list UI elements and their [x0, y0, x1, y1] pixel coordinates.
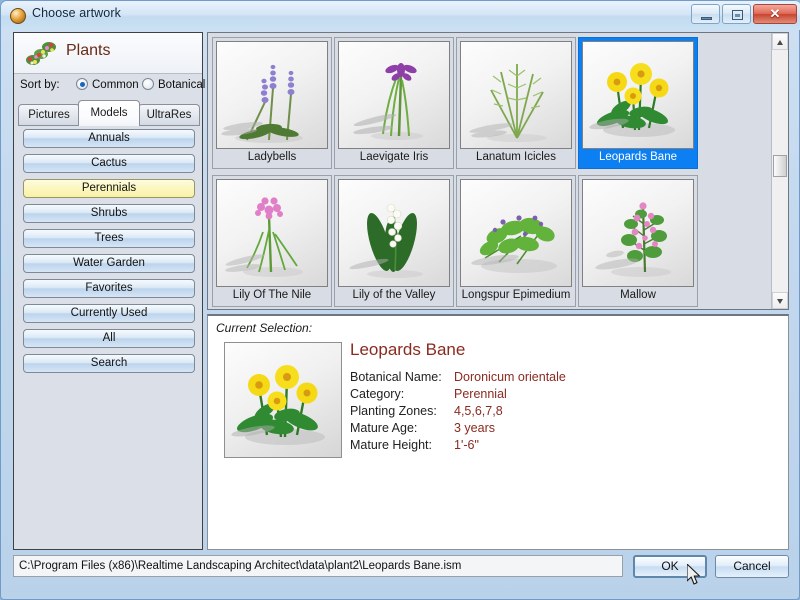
- artwork-thumbnail: [582, 41, 694, 149]
- cancel-button[interactable]: Cancel: [715, 555, 789, 578]
- close-icon: ✕: [769, 6, 781, 21]
- category-button-cactus[interactable]: Cactus: [23, 154, 195, 173]
- field-planting-zones: Planting Zones: 4,5,6,7,8: [350, 404, 566, 421]
- scrollbar-thumb[interactable]: [773, 155, 787, 177]
- selection-preview-image: [224, 342, 342, 458]
- artwork-tile-longspur-epimedium[interactable]: Longspur Epimedium: [456, 175, 576, 307]
- field-botanical-name: Botanical Name: Doronicum orientale: [350, 370, 566, 387]
- artwork-tile-label: Lily Of The Nile: [232, 289, 312, 301]
- artwork-tile-lanatum-icicles[interactable]: Lanatum Icicles: [456, 37, 576, 169]
- dialog-client-area: Plants Sort by: Common Botanical Picture…: [7, 30, 795, 595]
- tab-models[interactable]: Models: [78, 100, 140, 126]
- artwork-tile-label: Mallow: [620, 289, 656, 301]
- window-title: Choose artwork: [32, 6, 121, 20]
- artwork-tile-label: Lily of the Valley: [352, 289, 436, 301]
- radio-common[interactable]: [76, 78, 88, 90]
- category-list: Annuals Cactus Perennials Shrubs Trees W…: [23, 129, 195, 379]
- minimize-icon: [701, 17, 712, 20]
- sidebar: Plants Sort by: Common Botanical Picture…: [13, 32, 206, 550]
- field-label: Mature Age:: [350, 421, 418, 435]
- artwork-tile-lily-of-the-nile[interactable]: Lily Of The Nile: [212, 175, 332, 307]
- scroll-up-button[interactable]: [772, 33, 788, 50]
- field-value: 3 years: [454, 421, 495, 435]
- artwork-tile-label: Longspur Epimedium: [461, 289, 571, 301]
- artwork-tile-label: Ladybells: [247, 151, 297, 163]
- tab-pictures[interactable]: Pictures: [18, 104, 80, 126]
- field-value: 4,5,6,7,8: [454, 404, 503, 418]
- artwork-thumbnail: [460, 41, 572, 149]
- artwork-thumbnail: [582, 179, 694, 287]
- category-button-perennials[interactable]: Perennials: [23, 179, 195, 198]
- sidebar-header: Plants: [14, 33, 202, 74]
- maximize-icon: [732, 10, 743, 20]
- tab-ultrares[interactable]: UltraRes: [138, 104, 200, 126]
- field-label: Planting Zones:: [350, 404, 437, 418]
- field-label: Category:: [350, 387, 405, 401]
- field-mature-height: Mature Height: 1'-6": [350, 438, 566, 455]
- field-label: Botanical Name:: [350, 370, 442, 384]
- sort-by-label: Sort by:: [20, 79, 60, 91]
- close-button[interactable]: ✕: [753, 4, 797, 24]
- mouse-cursor: [687, 564, 701, 585]
- artwork-tile-lily-of-the-valley[interactable]: Lily of the Valley: [334, 175, 454, 307]
- radio-botanical-label: Botanical: [158, 79, 206, 91]
- sort-by-row: Sort by: Common Botanical: [14, 74, 206, 98]
- radio-common-label: Common: [92, 79, 139, 91]
- artwork-thumbnail: [216, 179, 328, 287]
- radio-botanical[interactable]: [142, 78, 154, 90]
- category-button-water-garden[interactable]: Water Garden: [23, 254, 195, 273]
- selection-name: Leopards Bane: [350, 340, 466, 359]
- sidebar-title: Plants: [66, 42, 111, 59]
- category-button-currently-used[interactable]: Currently Used: [23, 304, 195, 323]
- artwork-tile-label: Laevigate Iris: [359, 151, 429, 163]
- artwork-thumbnail: [338, 179, 450, 287]
- field-value: 1'-6": [454, 438, 479, 452]
- artwork-tile-mallow[interactable]: Mallow: [578, 175, 698, 307]
- artwork-tile-laevigate-iris[interactable]: Laevigate Iris: [334, 37, 454, 169]
- title-bar: Choose artwork ✕: [1, 1, 800, 30]
- current-selection-label: Current Selection:: [216, 321, 313, 335]
- category-button-all[interactable]: All: [23, 329, 195, 348]
- choose-artwork-dialog: Choose artwork ✕ Plants Sort by: Common …: [0, 0, 800, 600]
- artwork-browser[interactable]: Ladybells Laevigate Iris Lanatum Icicles…: [207, 32, 789, 310]
- artwork-tile-ladybells[interactable]: Ladybells: [212, 37, 332, 169]
- artwork-thumbnail: [216, 41, 328, 149]
- current-selection-panel: Current Selection: Leopards Bane Botanic…: [207, 314, 789, 550]
- app-globe-icon: [10, 8, 26, 24]
- maximize-button[interactable]: [722, 4, 751, 24]
- field-label: Mature Height:: [350, 438, 432, 452]
- artwork-tile-label: Lanatum Icicles: [476, 151, 556, 163]
- artwork-thumbnail: [460, 179, 572, 287]
- category-button-shrubs[interactable]: Shrubs: [23, 204, 195, 223]
- artwork-thumbnail: [338, 41, 450, 149]
- artwork-tile-leopards-bane[interactable]: Leopards Bane: [578, 37, 698, 169]
- scroll-down-button[interactable]: [772, 292, 788, 309]
- scroll-down-icon: [777, 299, 783, 304]
- browser-scrollbar[interactable]: [771, 33, 788, 309]
- flowers-icon: [26, 42, 56, 65]
- field-mature-age: Mature Age: 3 years: [350, 421, 566, 438]
- file-path-field[interactable]: C:\Program Files (x86)\Realtime Landscap…: [13, 555, 623, 577]
- category-button-favorites[interactable]: Favorites: [23, 279, 195, 298]
- field-category: Category: Perennial: [350, 387, 566, 404]
- artwork-tile-label: Leopards Bane: [598, 151, 677, 163]
- category-button-annuals[interactable]: Annuals: [23, 129, 195, 148]
- minimize-button[interactable]: [691, 4, 720, 24]
- window-controls: ✕: [691, 4, 797, 24]
- scroll-up-icon: [777, 40, 783, 45]
- selection-fields: Botanical Name: Doronicum orientale Categ…: [350, 370, 566, 455]
- tab-strip: Pictures Models UltraRes: [18, 100, 200, 126]
- field-value: Perennial: [454, 387, 507, 401]
- category-button-search[interactable]: Search: [23, 354, 195, 373]
- field-value: Doronicum orientale: [454, 370, 566, 384]
- category-button-trees[interactable]: Trees: [23, 229, 195, 248]
